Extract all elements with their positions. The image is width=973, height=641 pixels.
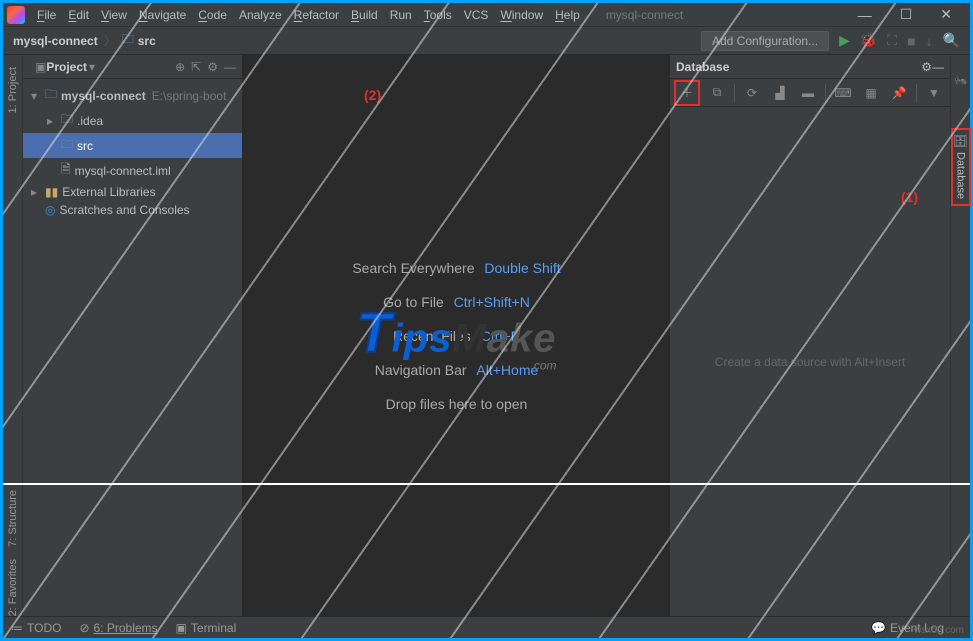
hint-recent-files: Recent Files Ctrl+E: [393, 328, 520, 344]
duplicate-icon[interactable]: ⧉: [706, 82, 728, 104]
database-empty-hint: Create a data source with Alt+Insert: [670, 107, 950, 616]
filter-icon[interactable]: ▼: [923, 82, 945, 104]
toolwindow-project[interactable]: 1: Project: [7, 67, 19, 113]
gear-icon[interactable]: ⚙: [921, 60, 932, 74]
hide-panel-icon[interactable]: —: [224, 60, 236, 74]
menu-navigate[interactable]: Navigate: [133, 6, 192, 24]
chevron-right-icon: 〉: [104, 32, 116, 49]
menu-build[interactable]: Build: [345, 6, 384, 24]
hint-drop-files: Drop files here to open: [386, 396, 528, 412]
dropdown-icon[interactable]: ▾: [89, 60, 95, 74]
problems-icon: ⊘: [79, 621, 89, 635]
menu-analyze[interactable]: Analyze: [233, 6, 288, 24]
stop-icon[interactable]: ▟: [769, 82, 791, 104]
database-toolbar: ＋ ⧉ ⟳ ▟ ▬ ⌨ ▦ 📌 ▼: [670, 79, 950, 107]
project-panel: ▣ Project ▾ ⊕ ⇱ ⚙ — ▾ 🗀 mysql-connect E:…: [23, 55, 243, 616]
problems-tool-button[interactable]: ⊘6: Problems: [79, 621, 157, 635]
vcs-update-icon[interactable]: ↓: [926, 33, 933, 49]
tx-icon[interactable]: ▬: [797, 82, 819, 104]
main-area: 1: Project 7: Structure 2: Favorites ▣ P…: [3, 55, 970, 616]
folder-icon: 🗀: [122, 30, 134, 51]
project-panel-header: ▣ Project ▾ ⊕ ⇱ ⚙ —: [23, 55, 242, 79]
menu-file[interactable]: File: [31, 6, 62, 24]
breadcrumb-src[interactable]: src: [138, 34, 156, 48]
tree-idea-folder[interactable]: ▸ 🗀 .idea: [23, 108, 242, 133]
terminal-tool-button[interactable]: ▣Terminal: [176, 621, 237, 635]
window-close-icon[interactable]: ✕: [926, 6, 966, 23]
module-icon: 🗀: [45, 85, 57, 106]
expand-all-icon[interactable]: ⇱: [191, 60, 201, 74]
window-maximize-icon[interactable]: ☐: [886, 6, 927, 23]
window-minimize-icon[interactable]: —: [844, 7, 886, 23]
editor-empty-state: Search Everywhere Double Shift Go to Fil…: [243, 55, 670, 616]
database-panel-header: Database ⚙ —: [670, 55, 950, 79]
event-log-button[interactable]: 💬Event Log: [871, 621, 944, 635]
tree-external-libraries[interactable]: ▸ ▮▮ External Libraries: [23, 183, 242, 201]
todo-tool-button[interactable]: ≔TODO: [11, 621, 61, 635]
chevron-down-icon: ▾: [31, 89, 41, 103]
database-panel-title: Database: [676, 60, 729, 74]
tree-scratches[interactable]: ◎ Scratches and Consoles: [23, 201, 242, 219]
navigation-bar: mysql-connect 〉 🗀 src Add Configuration.…: [3, 27, 970, 55]
window-title: mysql-connect: [606, 8, 683, 22]
chevron-right-icon: ▸: [31, 185, 41, 199]
refresh-icon[interactable]: ⟳: [741, 82, 763, 104]
file-icon: 🗎: [61, 160, 71, 181]
event-log-icon: 💬: [871, 621, 886, 635]
scratch-icon: ◎: [45, 203, 55, 217]
table-icon[interactable]: ▦: [860, 82, 882, 104]
project-view-icon[interactable]: ▣: [35, 60, 46, 74]
menu-run[interactable]: Run: [384, 6, 418, 24]
tree-root[interactable]: ▾ 🗀 mysql-connect E:\spring-boot: [23, 83, 242, 108]
ant-icon[interactable]: 🐜: [954, 75, 967, 88]
folder-icon: 🗀: [61, 110, 73, 131]
project-tree: ▾ 🗀 mysql-connect E:\spring-boot ▸ 🗀 .id…: [23, 79, 242, 223]
menu-code[interactable]: Code: [192, 6, 233, 24]
tree-src-folder[interactable]: 🗀 src: [23, 133, 242, 158]
menubar: File Edit View Navigate Code Analyze Ref…: [3, 3, 970, 27]
chevron-right-icon: ▸: [47, 114, 57, 128]
menu-refactor[interactable]: Refactor: [288, 6, 345, 24]
todo-icon: ≔: [11, 621, 23, 635]
run-icon[interactable]: ▶: [839, 32, 850, 49]
hint-go-to-file: Go to File Ctrl+Shift+N: [383, 294, 530, 310]
database-panel: Database ⚙ — ＋ ⧉ ⟳ ▟ ▬ ⌨ ▦ 📌 ▼ Create a …: [670, 55, 950, 616]
debug-icon[interactable]: 🐞: [860, 32, 877, 49]
new-datasource-button[interactable]: ＋: [674, 80, 700, 106]
hint-search-everywhere: Search Everywhere Double Shift: [352, 260, 560, 276]
stop-icon[interactable]: ■: [907, 33, 915, 49]
jump-to-console-icon[interactable]: ⌨: [832, 82, 854, 104]
menu-window[interactable]: Window: [494, 6, 549, 24]
library-icon: ▮▮: [45, 185, 58, 199]
toolwindow-favorites[interactable]: 2: Favorites: [7, 559, 19, 616]
left-tool-strip: 1: Project 7: Structure 2: Favorites: [3, 55, 23, 616]
pin-icon[interactable]: 📌: [888, 82, 910, 104]
tree-iml-file[interactable]: 🗎 mysql-connect.iml: [23, 158, 242, 183]
app-logo-icon: [7, 6, 25, 24]
add-configuration-button[interactable]: Add Configuration...: [701, 31, 829, 51]
project-panel-title: Project: [46, 60, 87, 74]
menu-edit[interactable]: Edit: [62, 6, 95, 24]
menu-help[interactable]: Help: [549, 6, 586, 24]
menu-view[interactable]: View: [95, 6, 133, 24]
terminal-icon: ▣: [176, 621, 187, 635]
breadcrumb-root[interactable]: mysql-connect: [13, 34, 98, 48]
select-opened-file-icon[interactable]: ⊕: [175, 60, 185, 74]
gear-icon[interactable]: ⚙: [207, 60, 218, 74]
menu-tools[interactable]: Tools: [418, 6, 458, 24]
folder-icon: 🗀: [61, 135, 73, 156]
right-tool-strip: 🐜 🗄 Database: [950, 55, 970, 616]
hint-navigation-bar: Navigation Bar Alt+Home: [375, 362, 539, 378]
coverage-icon[interactable]: ⛶: [887, 32, 897, 49]
search-icon[interactable]: 🔍: [943, 32, 960, 49]
status-bar: ≔TODO ⊘6: Problems ▣Terminal 💬Event Log: [3, 616, 970, 638]
toolwindow-database[interactable]: 🗄 Database: [951, 128, 971, 205]
hide-panel-icon[interactable]: —: [932, 60, 944, 74]
database-icon: 🗄: [953, 134, 968, 148]
menu-vcs[interactable]: VCS: [458, 6, 495, 24]
toolwindow-structure[interactable]: 7: Structure: [7, 490, 19, 547]
